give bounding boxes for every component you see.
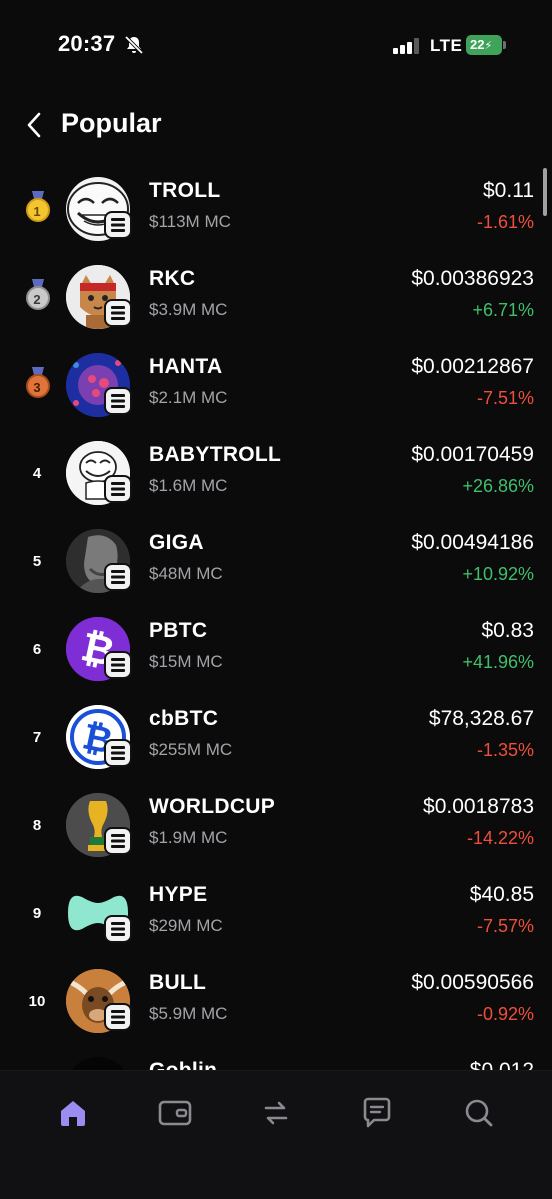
token-change: +26.86% [462,476,534,496]
rank-number: 5 [32,552,42,570]
token-market-cap: $255M MC [149,740,233,759]
token-market-cap: $113M MC [149,212,231,231]
search-icon [465,1099,493,1127]
rank-number: 9 [32,904,42,922]
solana-badge-icon [104,563,132,591]
rank-number: 7 [32,728,42,746]
battery-icon: 22⚡ [466,35,506,55]
rank-number: 6 [32,640,42,658]
token-row-worldcup[interactable]: 8 WORLDCUP $1.9M MC $0.0018783 -14.22% [0,781,552,869]
token-change: -0.92% [476,1004,534,1024]
status-time: 20:37 [58,31,116,56]
token-row-giga[interactable]: 5 GIGA $48M MC $0.00494186 +10.92% [0,517,552,605]
token-row-pbtc[interactable]: 6 ₿ PBTC $15M MC $0.83 +41.96% [0,605,552,693]
token-row-cbbtc[interactable]: 7 ₿ cbBTC $255M MC $78,328.67 -1.35% [0,693,552,781]
token-row-hanta[interactable]: 3 HANTA $2.1M MC $0.00212867 -7.51% [0,341,552,429]
rank-number: 2 [33,291,41,307]
token-name: RKC [149,267,196,290]
goblin-icon [66,1057,130,1070]
solana-badge-icon [104,387,132,415]
token-row-bull[interactable]: 10 BULL $5.9M MC $0.00590566 -0.92% [0,957,552,1045]
solana-badge-icon [104,827,132,855]
bell-muted-icon [124,35,144,55]
chat-icon [363,1097,391,1128]
token-change: +6.71% [472,300,534,320]
token-price: $0.00386923 [411,267,534,290]
network-type: LTE [430,36,463,55]
rank-number: 1 [33,203,41,219]
token-change: +10.92% [462,564,534,584]
token-market-cap: $3.9M MC [149,300,228,319]
token-change: -7.57% [476,916,534,936]
tab-swap[interactable] [256,1093,296,1133]
token-name: HANTA [149,355,223,378]
token-price: $40.85 [469,883,534,906]
token-list[interactable]: 1 TROLL $113M MC $0.11 -1.61% 2 RKC $3.9… [0,165,552,1070]
solana-badge-icon [104,739,132,767]
swap-icon [264,1101,288,1125]
tab-home[interactable] [53,1093,93,1133]
token-market-cap: $5.9M MC [149,1004,228,1023]
token-change: -1.35% [476,740,534,760]
back-button[interactable] [20,110,48,140]
token-price: $0.83 [481,619,534,642]
token-name: BABYTROLL [149,443,282,466]
token-name: WORLDCUP [149,795,276,818]
token-change: +41.96% [462,652,534,672]
token-change: -1.61% [476,212,534,232]
token-name: PBTC [149,619,208,642]
token-name: HYPE [149,883,208,906]
solana-badge-icon [104,915,132,943]
token-market-cap: $2.1M MC [149,388,228,407]
token-market-cap: $29M MC [149,916,223,935]
solana-badge-icon [104,299,132,327]
scrollbar[interactable] [543,168,547,216]
token-price: $0.00494186 [411,531,534,554]
solana-badge-icon [104,651,132,679]
token-change: -14.22% [466,828,534,848]
token-market-cap: $1.9M MC [149,828,228,847]
token-market-cap: $48M MC [149,564,223,583]
bottom-tab-bar [0,1070,552,1199]
token-price: $0.0018783 [423,795,534,818]
wallet-icon [158,1100,192,1126]
token-name: BULL [149,971,207,994]
token-name: TROLL [149,179,221,202]
token-row-hype[interactable]: 9 HYPE $29M MC $40.85 -7.57% [0,869,552,957]
token-price: $0.00170459 [411,443,534,466]
page-title: Popular [61,108,162,138]
battery-level: 22 [470,37,485,52]
tab-search[interactable] [459,1093,499,1133]
token-price: $0.11 [483,179,534,202]
token-row-rkc[interactable]: 2 RKC $3.9M MC $0.00386923 +6.71% [0,253,552,341]
token-name: cbBTC [149,707,219,730]
rank-number: 3 [33,379,41,395]
token-market-cap: $1.6M MC [149,476,228,495]
signal-icon [393,38,419,54]
solana-badge-icon [104,475,132,503]
token-price: $0.00212867 [411,355,534,378]
status-bar: 20:37 LTE 22⚡ [0,0,552,90]
token-change: -7.51% [476,388,534,408]
rank-number: 10 [28,992,46,1010]
token-row-babytroll[interactable]: 4 BABYTROLL $1.6M MC $0.00170459 +26.86% [0,429,552,517]
header: Popular [0,100,552,150]
tab-chat[interactable] [357,1093,397,1133]
token-price: $0.012 [470,1059,534,1070]
token-name: GIGA [149,531,204,554]
solana-badge-icon [104,1003,132,1031]
token-price: $0.00590566 [411,971,534,994]
token-price: $78,328.67 [428,707,534,730]
rank-number: 8 [32,816,42,834]
home-icon [61,1101,85,1126]
token-row-troll[interactable]: 1 TROLL $113M MC $0.11 -1.61% [0,165,552,253]
token-name: Goblin [149,1059,217,1070]
chevron-left-icon [27,112,41,138]
rank-number: 4 [32,464,42,482]
solana-badge-icon [104,211,132,239]
token-row-goblin[interactable]: Goblin $0.012 [0,1045,552,1070]
token-market-cap: $15M MC [149,652,223,671]
tab-wallet[interactable] [155,1093,195,1133]
